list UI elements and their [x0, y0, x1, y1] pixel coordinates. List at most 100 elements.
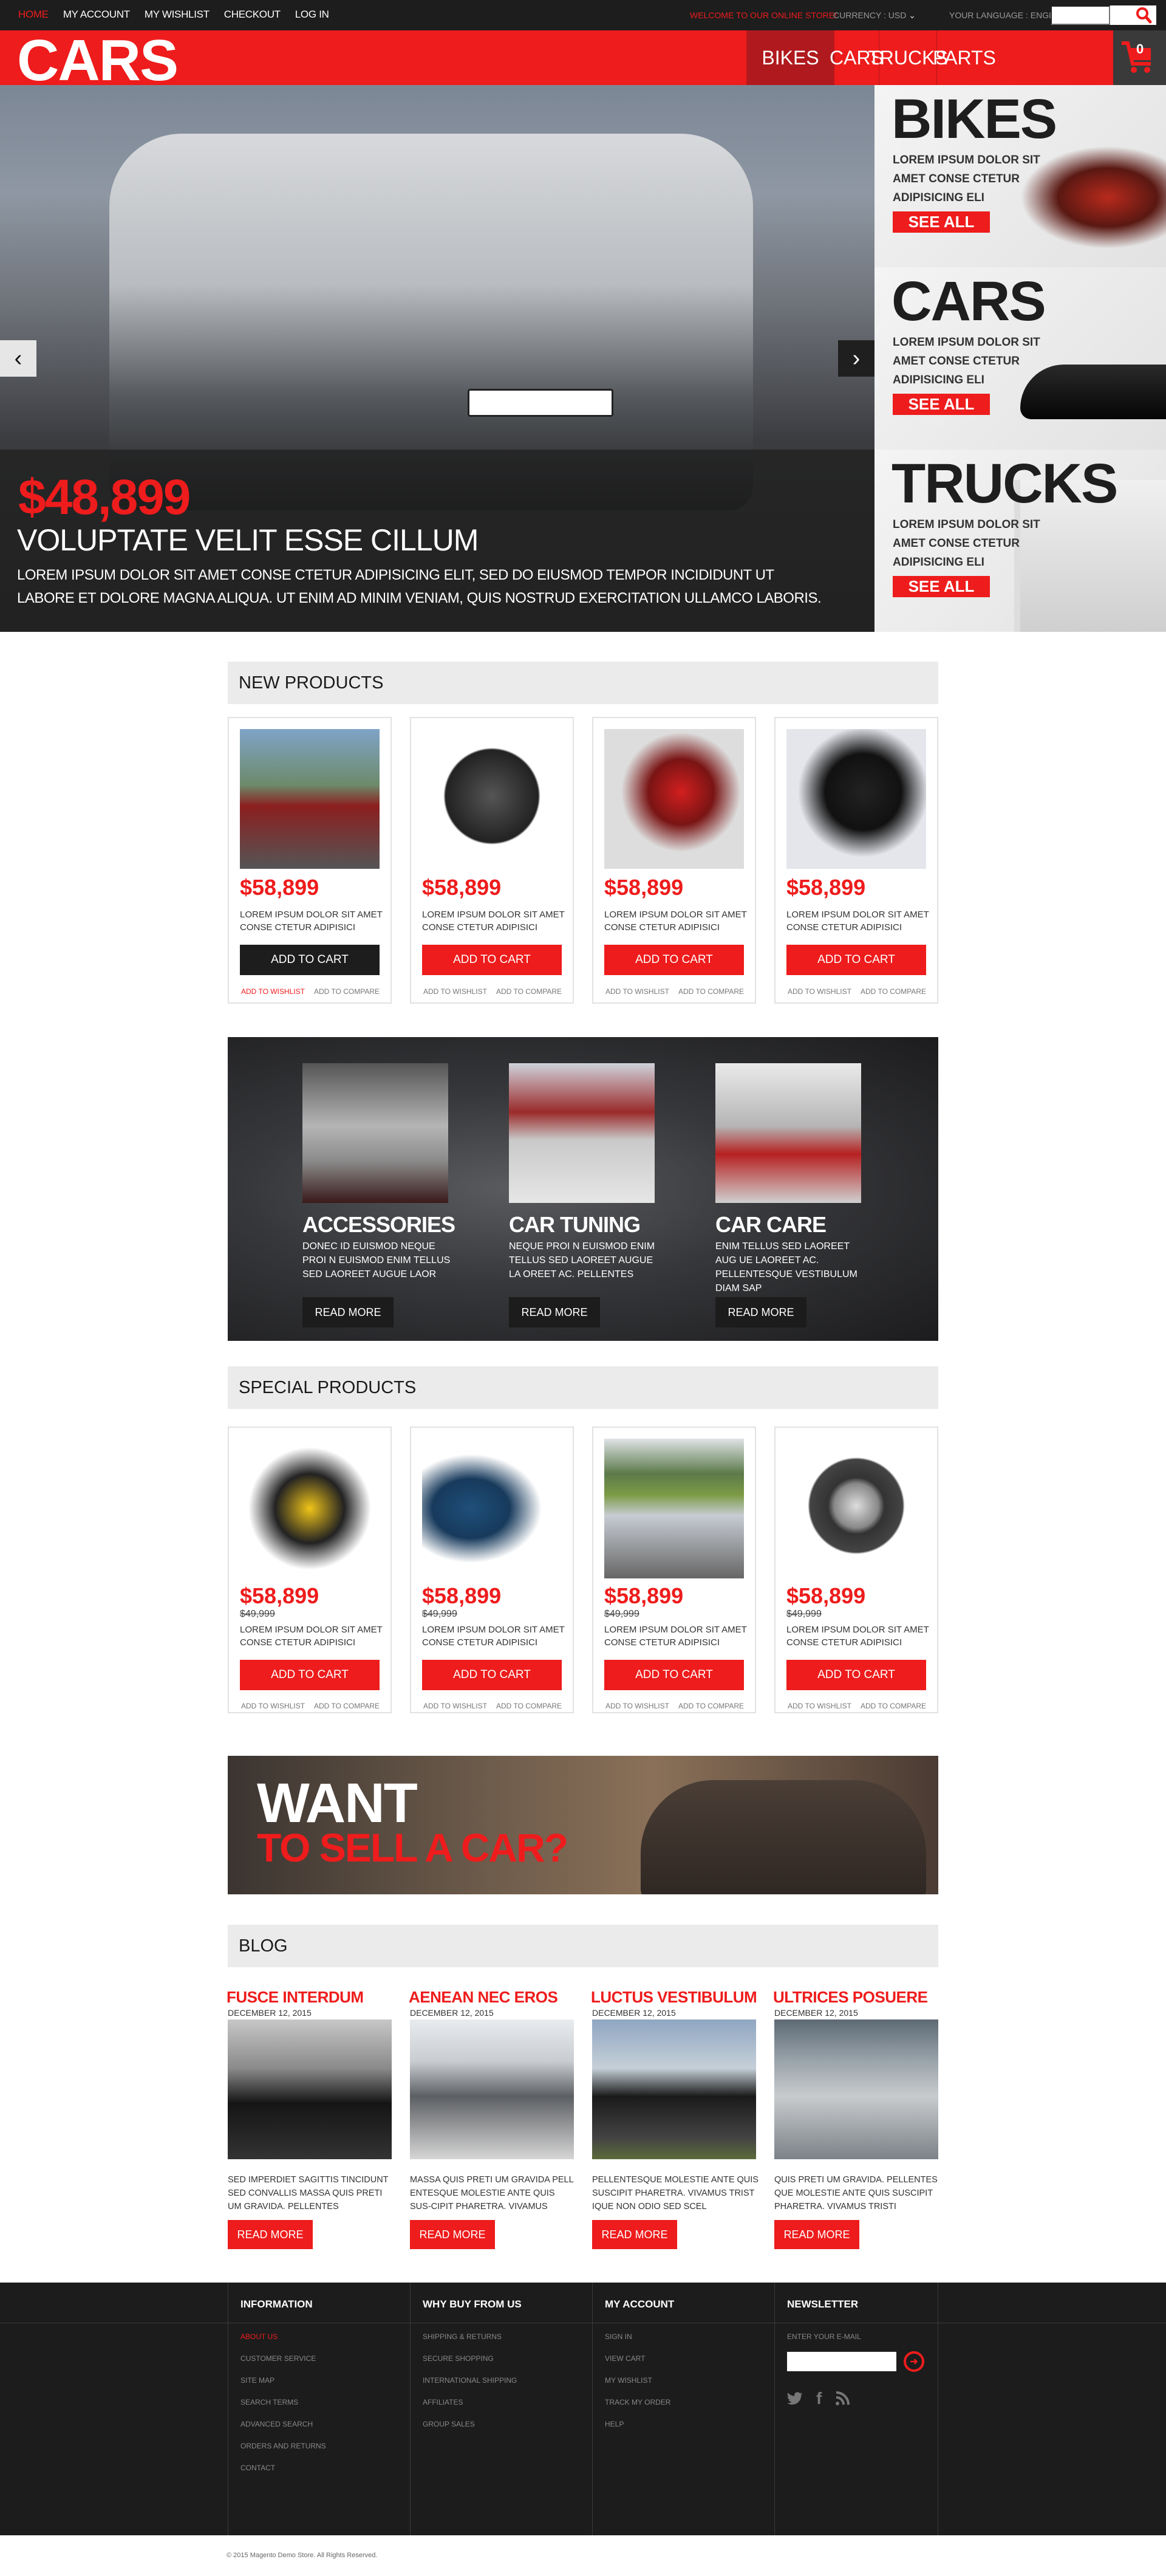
footer-link[interactable]: SEARCH TERMS	[240, 2398, 326, 2420]
add-to-compare-link[interactable]: ADD TO COMPARE	[496, 1702, 562, 1710]
footer-link[interactable]: SECURE SHOPPING	[423, 2354, 517, 2376]
side-banner-cars[interactable]: CARS LOREM IPSUM DOLOR SIT AMET CONSE CT…	[874, 267, 1166, 450]
product-image[interactable]	[604, 1439, 744, 1578]
read-more-button[interactable]: READ MORE	[592, 2220, 677, 2249]
product-card[interactable]: $58,899 LOREM IPSUM DOLOR SIT AMET CONSE…	[410, 717, 574, 1004]
footer-link[interactable]: TRACK MY ORDER	[605, 2398, 670, 2420]
product-image[interactable]	[786, 729, 926, 869]
footer-link[interactable]: ADVANCED SEARCH	[240, 2420, 326, 2442]
add-to-compare-link[interactable]: ADD TO COMPARE	[861, 1702, 926, 1710]
footer-link[interactable]: ABOUT US	[240, 2332, 326, 2354]
product-image[interactable]	[422, 729, 562, 869]
rss-icon[interactable]	[835, 2391, 850, 2406]
promo-image[interactable]	[509, 1063, 655, 1203]
blog-post-image[interactable]	[774, 2019, 938, 2159]
product-image[interactable]	[786, 1439, 926, 1578]
read-more-button[interactable]: READ MORE	[774, 2220, 859, 2249]
add-to-cart-button[interactable]: ADD TO CART	[240, 1660, 380, 1690]
newsletter-email-input[interactable]	[787, 2352, 896, 2371]
nav-parts[interactable]: PARTS	[933, 30, 996, 85]
blog-post-title[interactable]: AENEAN NEC EROS	[409, 1988, 558, 2007]
blog-post-image[interactable]	[228, 2019, 392, 2159]
slider-next-button[interactable]: ›	[838, 340, 874, 377]
add-to-compare-link[interactable]: ADD TO COMPARE	[861, 987, 926, 996]
read-more-button[interactable]: READ MORE	[228, 2220, 313, 2249]
blog-post-title[interactable]: LUCTUS VESTIBULUM	[591, 1988, 757, 2007]
footer-link[interactable]: HELP	[605, 2420, 670, 2442]
read-more-button[interactable]: READ MORE	[715, 1297, 806, 1327]
add-to-cart-button[interactable]: ADD TO CART	[422, 945, 562, 975]
read-more-button[interactable]: READ MORE	[302, 1297, 394, 1327]
nav-trucks[interactable]: TRUCKS	[868, 30, 948, 85]
add-to-wishlist-link[interactable]: ADD TO WISHLIST	[241, 1702, 305, 1710]
blog-post-image[interactable]	[592, 2019, 756, 2159]
top-link-my-account[interactable]: MY ACCOUNT	[63, 9, 130, 21]
twitter-icon[interactable]	[787, 2392, 803, 2405]
product-card[interactable]: $58,899 $49,999 LOREM IPSUM DOLOR SIT AM…	[228, 1427, 392, 1713]
search-icon[interactable]	[1134, 6, 1153, 24]
add-to-wishlist-link[interactable]: ADD TO WISHLIST	[788, 987, 851, 996]
cart-button[interactable]: 0	[1113, 30, 1166, 85]
footer-link[interactable]: SHIPPING & RETURNS	[423, 2332, 517, 2354]
product-image[interactable]	[240, 1439, 380, 1578]
product-image[interactable]	[240, 729, 380, 869]
product-card[interactable]: $58,899 LOREM IPSUM DOLOR SIT AMET CONSE…	[774, 717, 938, 1004]
footer-link[interactable]: CONTACT	[240, 2464, 326, 2485]
footer-link[interactable]: GROUP SALES	[423, 2420, 517, 2442]
add-to-cart-button[interactable]: ADD TO CART	[604, 1660, 744, 1690]
side-banner-bikes[interactable]: BIKES LOREM IPSUM DOLOR SIT AMET CONSE C…	[874, 85, 1166, 267]
currency-dropdown[interactable]: CURRENCY : USD ⌄	[833, 10, 916, 21]
side-banner-trucks[interactable]: TRUCKS LOREM IPSUM DOLOR SIT AMET CONSE …	[874, 450, 1166, 632]
top-link-home[interactable]: HOME	[18, 9, 49, 21]
newsletter-submit-button[interactable]: ➜	[904, 2351, 924, 2372]
read-more-button[interactable]: READ MORE	[410, 2220, 495, 2249]
add-to-compare-link[interactable]: ADD TO COMPARE	[314, 987, 380, 996]
add-to-cart-button[interactable]: ADD TO CART	[604, 945, 744, 975]
footer-link[interactable]: ORDERS AND RETURNS	[240, 2442, 326, 2464]
top-link-log-in[interactable]: LOG IN	[295, 9, 329, 21]
product-card[interactable]: $58,899 $49,999 LOREM IPSUM DOLOR SIT AM…	[410, 1427, 574, 1713]
add-to-wishlist-link[interactable]: ADD TO WISHLIST	[605, 987, 669, 996]
add-to-compare-link[interactable]: ADD TO COMPARE	[314, 1702, 380, 1710]
blog-post-title[interactable]: FUSCE INTERDUM	[227, 1988, 364, 2007]
blog-post-title[interactable]: ULTRICES POSUERE	[773, 1988, 928, 2007]
footer-link[interactable]: AFFILIATES	[423, 2398, 517, 2420]
add-to-wishlist-link[interactable]: ADD TO WISHLIST	[605, 1702, 669, 1710]
add-to-cart-button[interactable]: ADD TO CART	[422, 1660, 562, 1690]
add-to-compare-link[interactable]: ADD TO COMPARE	[678, 1702, 744, 1710]
add-to-cart-button[interactable]: ADD TO CART	[240, 945, 380, 975]
product-card[interactable]: $58,899 LOREM IPSUM DOLOR SIT AMET CONSE…	[592, 717, 756, 1004]
blog-post-image[interactable]	[410, 2019, 574, 2159]
add-to-compare-link[interactable]: ADD TO COMPARE	[496, 987, 562, 996]
product-card[interactable]: $58,899 $49,999 LOREM IPSUM DOLOR SIT AM…	[592, 1427, 756, 1713]
top-link-checkout[interactable]: CHECKOUT	[224, 9, 281, 21]
see-all-button[interactable]: SEE ALL	[893, 576, 990, 597]
facebook-icon[interactable]: f	[816, 2389, 822, 2408]
footer-link[interactable]: MY WISHLIST	[605, 2376, 670, 2398]
footer-link[interactable]: CUSTOMER SERVICE	[240, 2354, 326, 2376]
read-more-button[interactable]: READ MORE	[509, 1297, 600, 1327]
product-card[interactable]: $58,899 $49,999 LOREM IPSUM DOLOR SIT AM…	[774, 1427, 938, 1713]
promo-image[interactable]	[302, 1063, 448, 1203]
add-to-wishlist-link[interactable]: ADD TO WISHLIST	[423, 987, 487, 996]
nav-bikes[interactable]: BIKES	[746, 30, 834, 85]
add-to-cart-button[interactable]: ADD TO CART	[786, 1660, 926, 1690]
logo[interactable]: CARS	[17, 32, 179, 90]
promo-image[interactable]	[715, 1063, 861, 1203]
see-all-button[interactable]: SEE ALL	[893, 211, 990, 233]
add-to-wishlist-link[interactable]: ADD TO WISHLIST	[241, 987, 305, 996]
add-to-wishlist-link[interactable]: ADD TO WISHLIST	[423, 1702, 487, 1710]
footer-link[interactable]: VIEW CART	[605, 2354, 670, 2376]
sell-car-banner[interactable]: WANT TO SELL A CAR?	[228, 1756, 938, 1894]
slider-prev-button[interactable]: ‹	[0, 340, 36, 377]
add-to-wishlist-link[interactable]: ADD TO WISHLIST	[788, 1702, 851, 1710]
product-card[interactable]: $58,899 LOREM IPSUM DOLOR SIT AMET CONSE…	[228, 717, 392, 1004]
footer-link[interactable]: SITE MAP	[240, 2376, 326, 2398]
add-to-cart-button[interactable]: ADD TO CART	[786, 945, 926, 975]
footer-link[interactable]: INTERNATIONAL SHIPPING	[423, 2376, 517, 2398]
search-input[interactable]	[1051, 5, 1110, 25]
see-all-button[interactable]: SEE ALL	[893, 394, 990, 415]
top-link-my-wishlist[interactable]: MY WISHLIST	[145, 9, 210, 21]
footer-link[interactable]: SIGN IN	[605, 2332, 670, 2354]
product-image[interactable]	[422, 1439, 562, 1578]
